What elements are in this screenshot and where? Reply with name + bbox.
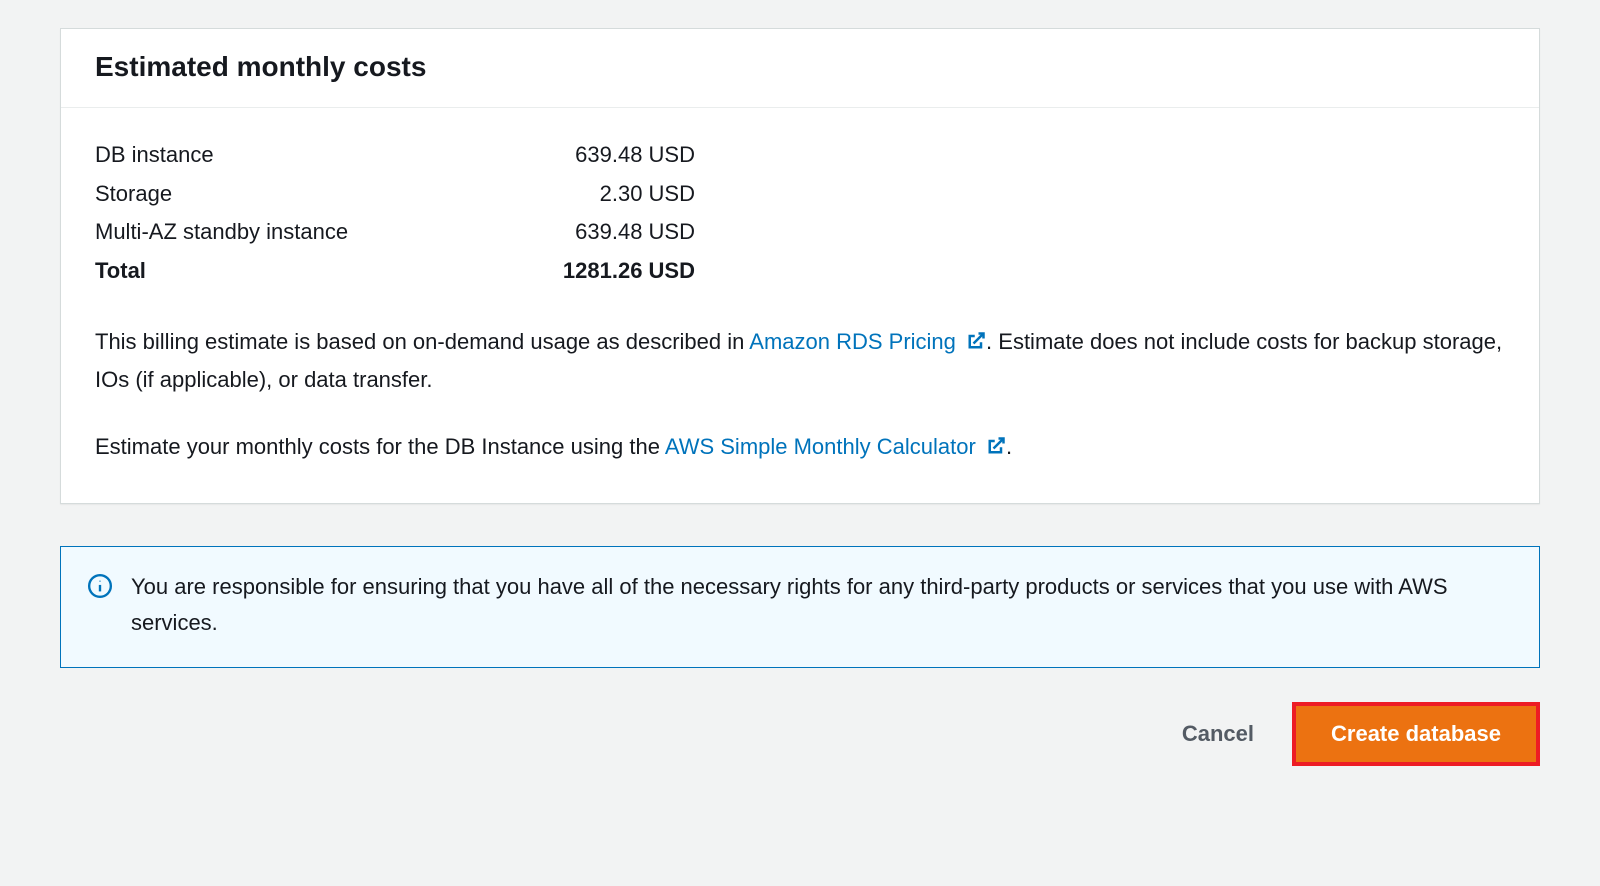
- cost-total-label: Total: [95, 252, 146, 291]
- responsibility-alert: You are responsible for ensuring that yo…: [60, 546, 1540, 669]
- link-text: AWS Simple Monthly Calculator: [665, 434, 976, 459]
- panel-body: DB instance 639.48 USD Storage 2.30 USD …: [61, 108, 1539, 503]
- desc-text: .: [1006, 434, 1012, 459]
- info-icon: [87, 573, 113, 604]
- external-link-icon: [986, 431, 1006, 467]
- cost-label: Storage: [95, 175, 172, 214]
- cost-label: DB instance: [95, 136, 214, 175]
- calculator-link[interactable]: AWS Simple Monthly Calculator: [665, 434, 1006, 459]
- cost-total-value: 1281.26 USD: [563, 252, 695, 291]
- create-database-button[interactable]: Create database: [1296, 706, 1536, 762]
- cost-row-multi-az: Multi-AZ standby instance 639.48 USD: [95, 213, 695, 252]
- desc-text: This billing estimate is based on on-dem…: [95, 329, 749, 354]
- cancel-button[interactable]: Cancel: [1172, 709, 1264, 759]
- alert-text: You are responsible for ensuring that yo…: [131, 569, 1513, 642]
- create-button-highlight: Create database: [1292, 702, 1540, 766]
- action-bar: Cancel Create database: [60, 702, 1540, 766]
- estimated-costs-panel: Estimated monthly costs DB instance 639.…: [60, 28, 1540, 504]
- cost-table: DB instance 639.48 USD Storage 2.30 USD …: [95, 136, 695, 290]
- cost-row-storage: Storage 2.30 USD: [95, 175, 695, 214]
- cost-value: 2.30 USD: [600, 175, 695, 214]
- panel-title: Estimated monthly costs: [95, 51, 1505, 83]
- desc-text: Estimate your monthly costs for the DB I…: [95, 434, 665, 459]
- external-link-icon: [966, 326, 986, 362]
- cost-row-total: Total 1281.26 USD: [95, 252, 695, 291]
- panel-header: Estimated monthly costs: [61, 29, 1539, 108]
- cost-row-db-instance: DB instance 639.48 USD: [95, 136, 695, 175]
- cost-label: Multi-AZ standby instance: [95, 213, 348, 252]
- cost-value: 639.48 USD: [575, 213, 695, 252]
- link-text: Amazon RDS Pricing: [749, 329, 956, 354]
- rds-pricing-link[interactable]: Amazon RDS Pricing: [749, 329, 986, 354]
- calculator-description: Estimate your monthly costs for the DB I…: [95, 429, 1505, 467]
- cost-value: 639.48 USD: [575, 136, 695, 175]
- billing-estimate-description: This billing estimate is based on on-dem…: [95, 324, 1505, 399]
